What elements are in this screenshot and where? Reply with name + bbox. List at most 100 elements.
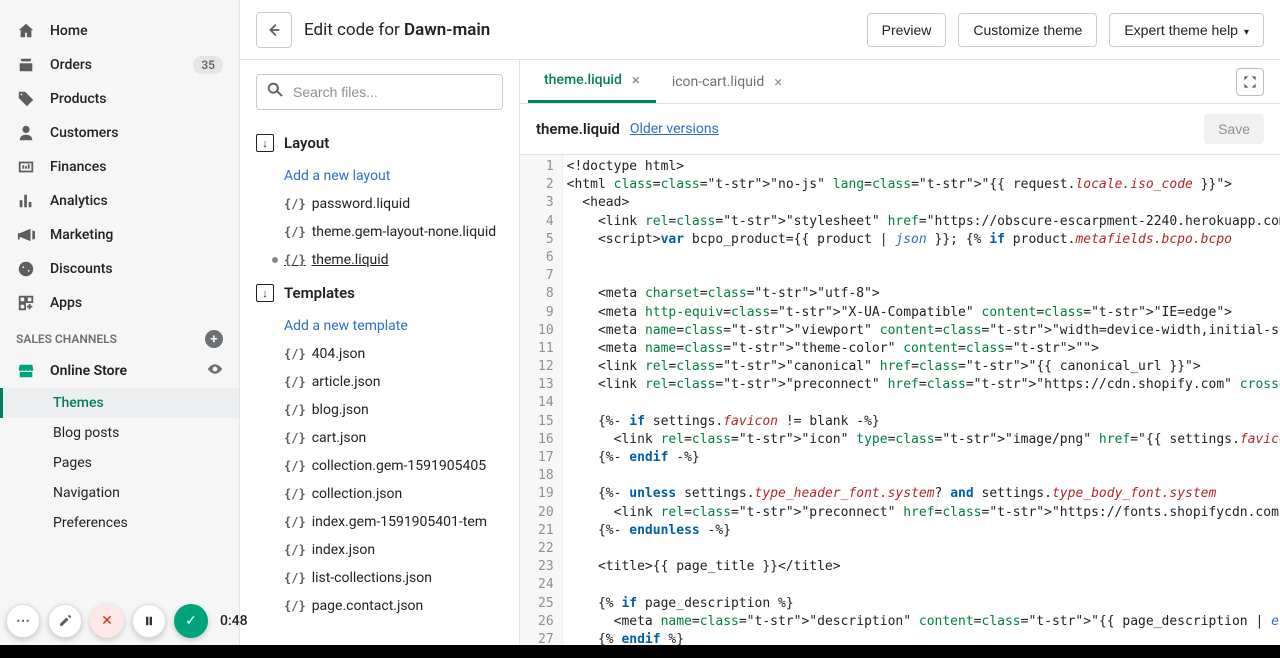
folder-templates[interactable]: ↓ Templates [240, 274, 519, 312]
recording-controls: ⋯ ✕ ✓ 0:48 [6, 604, 248, 638]
folder-label: Templates [284, 284, 355, 302]
store-icon [16, 361, 36, 381]
tab-icon-cart-liquid[interactable]: icon-cart.liquid × [656, 60, 798, 103]
page-title: Edit code for Dawn-main [304, 20, 855, 40]
topbar: Edit code for Dawn-main Preview Customiz… [240, 0, 1280, 60]
cancel-button[interactable]: ✕ [90, 604, 124, 638]
code-content[interactable]: <!doctype html><html class=class="t-str"… [563, 155, 1280, 645]
nav-analytics[interactable]: Analytics [0, 184, 239, 218]
file-theme-gem-layout[interactable]: {/}theme.gem-layout-none.liquid [240, 218, 519, 246]
file-blog-json[interactable]: {/}blog.json [240, 396, 519, 424]
nav-label: Discounts [50, 261, 113, 277]
file-password-liquid[interactable]: {/}password.liquid [240, 190, 519, 218]
file-collection-json[interactable]: {/}collection.json [240, 480, 519, 508]
file-page-contact[interactable]: {/}page.contact.json [240, 592, 519, 620]
editor-area: theme.liquid × icon-cart.liquid × theme.… [520, 60, 1280, 645]
file-cart-json[interactable]: {/}cart.json [240, 424, 519, 452]
marketing-icon [16, 225, 36, 245]
orders-badge: 35 [193, 56, 223, 74]
nav-label: Home [50, 23, 88, 39]
current-file-name: theme.liquid [536, 120, 620, 138]
editor-tabs: theme.liquid × icon-cart.liquid × [520, 60, 1280, 104]
file-icon: {/} [284, 543, 306, 557]
file-header: theme.liquid Older versions Save [520, 104, 1280, 155]
nav-home[interactable]: Home [0, 14, 239, 48]
analytics-icon [16, 191, 36, 211]
nav-blog-posts[interactable]: Blog posts [0, 418, 239, 448]
nav-products[interactable]: Products [0, 82, 239, 116]
file-icon: {/} [284, 515, 306, 529]
nav-themes[interactable]: Themes [0, 388, 239, 418]
back-button[interactable] [256, 12, 292, 48]
nav-navigation[interactable]: Navigation [0, 478, 239, 508]
search-input[interactable] [256, 74, 503, 110]
recording-time: 0:48 [220, 613, 248, 629]
file-icon: {/} [284, 403, 306, 417]
file-icon: {/} [284, 197, 306, 211]
nav-preferences[interactable]: Preferences [0, 508, 239, 538]
finish-button[interactable]: ✓ [174, 604, 208, 638]
fullscreen-button[interactable] [1236, 68, 1264, 96]
file-icon: {/} [284, 571, 306, 585]
main-nav: Home Orders 35 Products Customers Financ… [0, 0, 240, 658]
file-icon: {/} [284, 253, 306, 267]
file-index-gem[interactable]: {/}index.gem-1591905401-tem [240, 508, 519, 536]
folder-icon: ↓ [256, 134, 274, 152]
tab-theme-liquid[interactable]: theme.liquid × [528, 60, 656, 103]
file-icon: {/} [284, 599, 306, 613]
file-icon: {/} [284, 431, 306, 445]
edit-button[interactable] [48, 604, 82, 638]
home-icon [16, 21, 36, 41]
nav-label: Finances [50, 159, 106, 175]
file-list-collections[interactable]: {/}list-collections.json [240, 564, 519, 592]
close-icon[interactable]: × [632, 71, 640, 89]
customers-icon [16, 123, 36, 143]
add-template-link[interactable]: Add a new template [240, 312, 519, 340]
tab-label: theme.liquid [544, 72, 622, 88]
nav-online-store[interactable]: Online Store [0, 354, 239, 388]
add-layout-link[interactable]: Add a new layout [240, 162, 519, 190]
nav-label: Online Store [50, 363, 127, 379]
finances-icon [16, 157, 36, 177]
nav-marketing[interactable]: Marketing [0, 218, 239, 252]
file-icon: {/} [284, 375, 306, 389]
folder-layout[interactable]: ↓ Layout [240, 124, 519, 162]
more-button[interactable]: ⋯ [6, 604, 40, 638]
nav-finances[interactable]: Finances [0, 150, 239, 184]
sales-channels-header: SALES CHANNELS + [0, 320, 239, 354]
arrow-left-icon [265, 21, 283, 39]
file-index-json[interactable]: {/}index.json [240, 536, 519, 564]
orders-icon [16, 55, 36, 75]
nav-label: Analytics [50, 193, 108, 209]
expert-help-button[interactable]: Expert theme help [1109, 13, 1264, 47]
nav-pages[interactable]: Pages [0, 448, 239, 478]
code-editor[interactable]: 1234567891011121314151617181920212223242… [520, 155, 1280, 645]
save-button[interactable]: Save [1204, 114, 1264, 144]
discounts-icon [16, 259, 36, 279]
nav-customers[interactable]: Customers [0, 116, 239, 150]
expand-icon [1242, 74, 1258, 90]
view-store-icon[interactable] [207, 361, 223, 381]
customize-theme-button[interactable]: Customize theme [958, 13, 1097, 47]
older-versions-link[interactable]: Older versions [630, 121, 719, 137]
file-collection-gem[interactable]: {/}collection.gem-1591905405 [240, 452, 519, 480]
bottom-bar [0, 645, 1280, 658]
nav-apps[interactable]: Apps [0, 286, 239, 320]
products-icon [16, 89, 36, 109]
close-icon[interactable]: × [774, 73, 782, 91]
nav-discounts[interactable]: Discounts [0, 252, 239, 286]
folder-icon: ↓ [256, 284, 274, 302]
nav-orders[interactable]: Orders 35 [0, 48, 239, 82]
folder-label: Layout [284, 134, 329, 152]
modified-dot-icon [272, 257, 278, 263]
add-channel-button[interactable]: + [205, 330, 223, 348]
nav-label: Apps [50, 295, 82, 311]
file-404-json[interactable]: {/}404.json [240, 340, 519, 368]
file-article-json[interactable]: {/}article.json [240, 368, 519, 396]
preview-button[interactable]: Preview [867, 13, 947, 47]
file-theme-liquid[interactable]: {/}theme.liquid [240, 246, 519, 274]
nav-label: Customers [50, 125, 118, 141]
search-icon [266, 81, 284, 103]
pause-button[interactable] [132, 604, 166, 638]
file-icon: {/} [284, 225, 306, 239]
